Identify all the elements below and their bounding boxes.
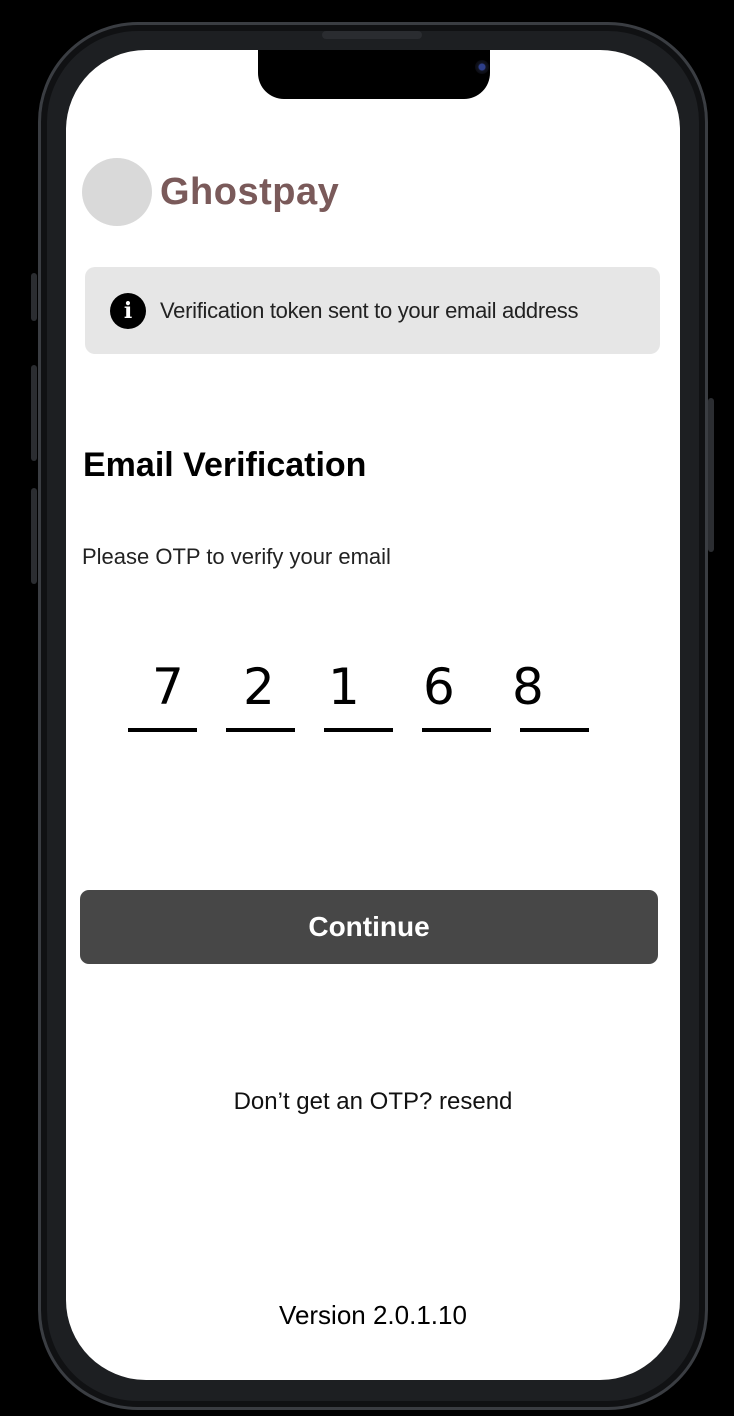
resend-otp-link[interactable]: Don’t get an OTP? resend [66,1088,680,1116]
otp-digit-field[interactable]: 2 [226,652,295,732]
volume-up-button [31,365,37,461]
power-button [708,398,714,552]
otp-underline [226,728,295,732]
notch [258,50,490,99]
info-icon: i [110,292,146,329]
page-title: Email Verification [83,446,367,484]
otp-underline [422,728,491,732]
brand-name: Ghostpay [160,170,340,213]
otp-underline [128,728,197,732]
front-camera-icon [475,60,489,74]
app-screen: Ghostpay i Verification token sent to yo… [66,50,680,1380]
page-subtitle: Please OTP to verify your email [82,544,391,569]
otp-digit: 6 [423,658,455,716]
otp-digit-field[interactable]: 1 [324,652,393,732]
volume-down-button [31,488,37,584]
earpiece-speaker [322,31,422,39]
otp-digit: 8 [512,658,544,716]
info-banner-message: Verification token sent to your email ad… [160,297,579,323]
info-banner: i Verification token sent to your email … [85,267,660,354]
otp-digit-field[interactable]: 7 [128,652,197,732]
otp-digit: 7 [152,658,184,716]
otp-digit-field[interactable]: 8 [512,652,589,732]
otp-underline [324,728,393,732]
continue-button[interactable]: Continue [80,890,658,964]
otp-digit-field[interactable]: 6 [422,652,491,732]
otp-input-group: 7 2 1 6 8 [128,652,589,732]
logo-placeholder [82,158,152,226]
otp-digit: 1 [328,658,360,716]
otp-underline [520,728,589,732]
app-version: Version 2.0.1.10 [279,1300,467,1330]
otp-digit: 2 [243,658,275,716]
brand-header: Ghostpay [82,158,339,226]
silent-switch [31,273,37,321]
